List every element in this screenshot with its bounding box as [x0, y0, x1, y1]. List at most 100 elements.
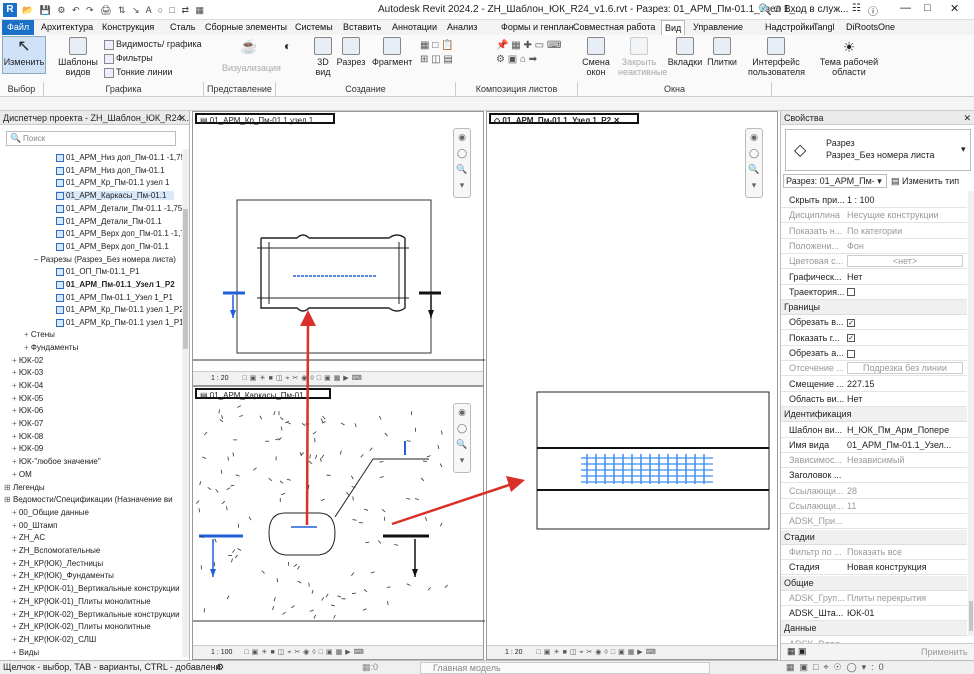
property-value[interactable]: 28: [847, 486, 963, 496]
expand-icon[interactable]: +: [12, 571, 19, 580]
tabs-button[interactable]: Вкладки: [666, 37, 704, 67]
property-value[interactable]: <нет>: [847, 255, 963, 268]
browser-item[interactable]: + ЮК-04: [12, 381, 43, 390]
project-browser-tab-icon[interactable]: ▦ ▣: [787, 646, 807, 657]
apply-button[interactable]: Применить: [921, 647, 968, 657]
expand-icon[interactable]: +: [12, 381, 19, 390]
ribbon-tab-4[interactable]: Сборные элементы: [202, 20, 290, 35]
properties-scrollbar[interactable]: [968, 191, 974, 636]
browser-item[interactable]: + Стены: [24, 330, 55, 339]
browser-item[interactable]: + ЮК-08: [12, 432, 43, 441]
property-value[interactable]: 227.15: [847, 379, 963, 389]
browser-item[interactable]: + 00_Общие данные: [12, 508, 89, 517]
property-value[interactable]: По категории: [847, 226, 963, 236]
browser-item[interactable]: + Виды: [12, 648, 39, 657]
ribbon-tab-2[interactable]: Конструкция: [99, 20, 157, 35]
property-row[interactable]: Положени... Фон: [781, 239, 967, 254]
browser-item[interactable]: 01_АРМ_Кр_Пм-01.1 узел 1_Р1: [56, 318, 184, 327]
ribbon-tab-12[interactable]: Управление: [690, 20, 746, 35]
maximize-button[interactable]: □: [924, 2, 931, 14]
property-row[interactable]: Зависимос... Независимый: [781, 453, 967, 469]
ribbon-tab-6[interactable]: Вставить: [340, 20, 384, 35]
render-icon[interactable]: ◐: [284, 40, 291, 52]
ribbon-tab-15[interactable]: DiRootsOne: [843, 20, 898, 35]
property-section[interactable]: Общие: [781, 575, 967, 591]
view-window-section-node[interactable]: ▤ 01_АРМ_Кр_Пм-01.1 узел 1 ◉ ◯ 🔍 ▾ 1 : 20 □▣…: [192, 111, 485, 387]
browser-item[interactable]: + ЮК-03: [12, 368, 43, 377]
checkbox[interactable]: ✓: [847, 334, 855, 343]
design-options-box[interactable]: Главная модель: [420, 662, 710, 674]
ribbon-tab-3[interactable]: Сталь: [167, 20, 198, 35]
browser-item[interactable]: 01_АРМ_Кр_Пм-01.1 узел 1: [56, 178, 169, 187]
edit-type-button[interactable]: ▤ Изменить тип: [891, 174, 959, 188]
browser-item[interactable]: + ZH_Вспомогательные: [12, 546, 100, 555]
expand-icon[interactable]: +: [12, 635, 19, 644]
browser-item[interactable]: 01_АРМ_Детали_Пм-01.1: [56, 217, 162, 226]
property-row[interactable]: Отсечение ... Подрезка без линии: [781, 361, 967, 377]
browser-item[interactable]: ⊞ Легенды: [4, 483, 45, 492]
browser-item[interactable]: + ZH_КР(ЮК)_Фундаменты: [12, 571, 114, 580]
expand-icon[interactable]: +: [12, 368, 19, 377]
view-window-active-section[interactable]: ◇ 01_АРМ_Пм-01.1_Узел 1_Р2 ✕ ◉ ◯ 🔍 ▾ 1 : 20…: [486, 111, 778, 660]
view-scale[interactable]: 1 : 20: [211, 375, 229, 382]
section-button[interactable]: Разрез: [336, 37, 366, 67]
expand-icon[interactable]: +: [12, 610, 19, 619]
plan-drawing[interactable]: [193, 387, 485, 661]
property-row[interactable]: Траектория...: [781, 285, 967, 300]
browser-item[interactable]: + ZH_КР(ЮК-02)_СЛШ: [12, 635, 96, 644]
expand-icon[interactable]: +: [12, 546, 19, 555]
expand-icon[interactable]: +: [24, 343, 31, 352]
property-value[interactable]: Подрезка без линии: [847, 362, 963, 375]
checkbox[interactable]: [847, 349, 855, 358]
view-control-icons[interactable]: □▣☀■◫⌖✂◉◊□▣▦▶⌨: [537, 649, 659, 656]
checkbox[interactable]: ✓: [847, 319, 855, 328]
browser-item[interactable]: + ZH_КР(ЮК-01)_Плиты монолитные: [12, 597, 151, 606]
property-value[interactable]: 1 : 100: [847, 195, 963, 205]
property-value[interactable]: Нет: [847, 394, 963, 404]
visibility-graphics-button[interactable]: Видимость/ графика: [104, 39, 202, 50]
expand-icon[interactable]: +: [12, 432, 19, 441]
browser-search-box[interactable]: 🔍 Поиск: [6, 131, 176, 146]
property-row[interactable]: Ссылающи... 11: [781, 499, 967, 514]
sheet-tools-icons[interactable]: 📌 ▦ ✚ ▭ ⌨ ⚙ ▣ ⌂ ➡: [496, 39, 561, 67]
browser-item[interactable]: 01_АРМ_Верх доп_Пм-01.1: [56, 242, 169, 251]
cart-icon[interactable]: ☷: [852, 3, 861, 14]
property-row[interactable]: Область ви... Нет: [781, 392, 967, 407]
view-control-icons[interactable]: □▣☀■◫⌖✂◉◊□▣▦▶⌨: [244, 649, 366, 656]
expand-icon[interactable]: +: [12, 470, 19, 479]
3d-view-button[interactable]: 3D вид: [312, 37, 334, 77]
expand-icon[interactable]: +: [12, 622, 19, 631]
revit-logo-icon[interactable]: R: [3, 3, 17, 17]
collapse-icon[interactable]: –: [34, 255, 41, 264]
browser-item[interactable]: 01_АРМ_Пм-01.1_Узел 1_Р2: [56, 280, 175, 289]
ribbon-tab-8[interactable]: Анализ: [444, 20, 480, 35]
property-row[interactable]: Смещение ... 227.15: [781, 377, 967, 392]
browser-item[interactable]: – Разрезы (Разрез_Без номера листа): [34, 255, 176, 264]
close-icon[interactable]: ✕: [178, 111, 186, 124]
expand-icon[interactable]: +: [12, 508, 19, 517]
property-value[interactable]: H_ЮК_Пм_Арм_Попере: [847, 425, 963, 435]
minimize-button[interactable]: —: [900, 2, 911, 14]
expand-icon[interactable]: +: [12, 406, 19, 415]
view-control-icons[interactable]: □▣☀■◫⌖✂◉◊□▣▦▶⌨: [243, 375, 365, 382]
user-icon[interactable]: ☺: [772, 3, 783, 15]
ribbon-tab-9[interactable]: Формы и генплан: [498, 20, 577, 35]
property-section[interactable]: Границы: [781, 300, 967, 316]
browser-item[interactable]: + ЮК-07: [12, 419, 43, 428]
selection-toggle-icons[interactable]: ▦▣□⌖☉◯▾:0: [786, 661, 889, 674]
browser-item[interactable]: + 00_Штамп: [12, 521, 57, 530]
browser-item[interactable]: 01_ОП_Пм-01.1_Р1: [56, 267, 140, 276]
browser-item[interactable]: + ZH_AC: [12, 533, 45, 542]
expand-icon[interactable]: +: [12, 444, 19, 453]
property-row[interactable]: Ссылающи... 28: [781, 484, 967, 499]
section-drawing[interactable]: [193, 112, 485, 387]
thin-lines-button[interactable]: Тонкие линии: [104, 67, 173, 78]
status-filter-icon[interactable]: ⚙: [216, 661, 224, 674]
property-row[interactable]: Графическ... Нет: [781, 270, 967, 285]
property-row[interactable]: Показать н... По категории: [781, 224, 967, 239]
view-scale[interactable]: 1 : 100: [211, 649, 232, 656]
instance-selector[interactable]: Разрез: 01_АРМ_Пм- ▾: [783, 174, 887, 188]
property-value[interactable]: 11: [847, 501, 963, 511]
browser-item[interactable]: + Фундаменты: [24, 343, 78, 352]
browser-item[interactable]: + ZH_КР(ЮК-01)_Вертикальные конструкции: [12, 584, 180, 593]
